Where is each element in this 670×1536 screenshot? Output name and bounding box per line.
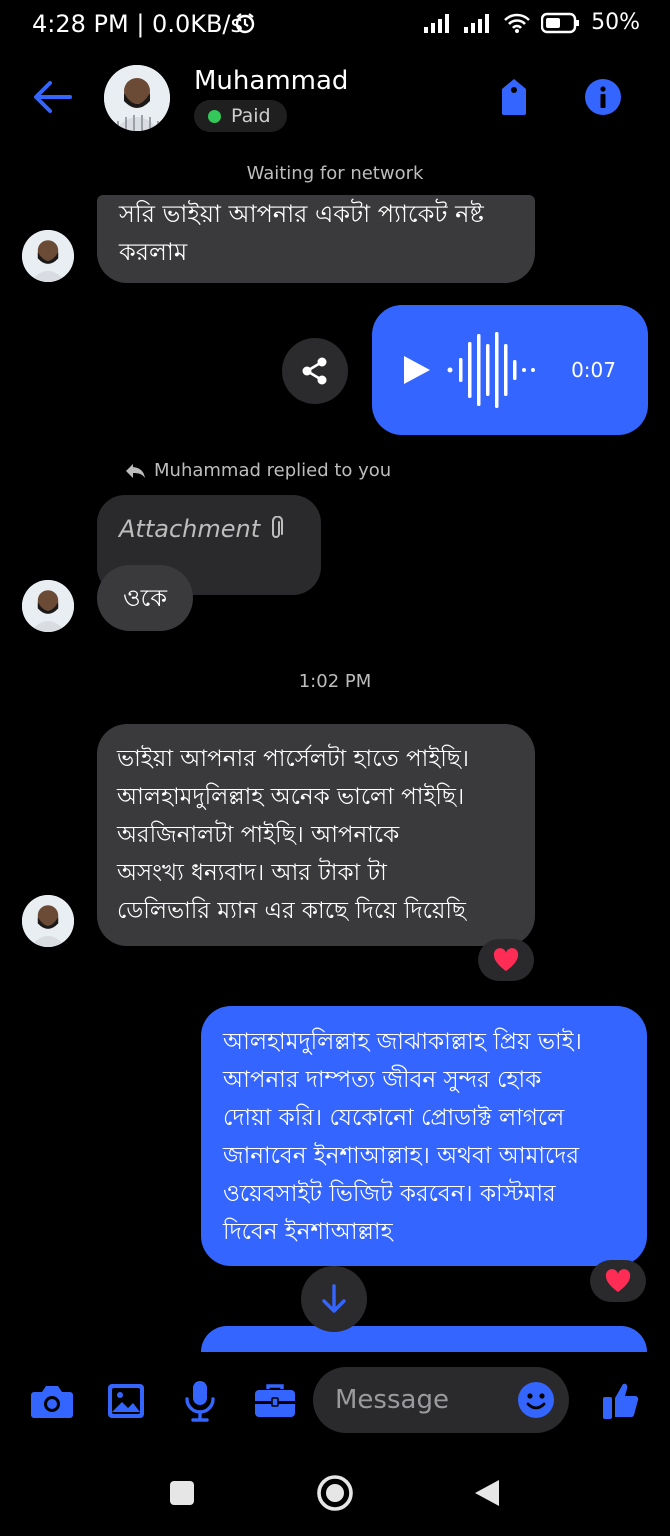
waveform-icon [446, 330, 536, 410]
heart-icon [605, 1269, 631, 1292]
gallery-icon[interactable] [103, 1378, 149, 1424]
contact-name[interactable]: Muhammad [194, 66, 348, 96]
message-input[interactable]: Message [313, 1367, 569, 1433]
incoming-message-1[interactable]: সরি ভাইয়া আপনার একটা প্যাকেট নষ্ট করলাম [97, 195, 535, 283]
emoji-icon[interactable] [517, 1381, 555, 1419]
message-text: সরি ভাইয়া আপনার একটা প্যাকেট নষ্ট করলাম [119, 200, 484, 266]
paid-badge: Paid [194, 100, 287, 132]
message-text: ভাইয়া আপনার পার্সেলটা হাতে পাইছি। আলহাম… [117, 746, 470, 924]
play-icon[interactable] [402, 354, 432, 386]
signal-icon [423, 13, 453, 33]
heart-icon [493, 948, 519, 971]
attachment-label: Attachment [119, 515, 261, 543]
message-text: আলহামদুলিল্লাহ জাঝাকাল্লাহ প্রিয় ভাই। আ… [223, 1029, 582, 1245]
tag-icon[interactable] [496, 77, 532, 117]
signal-icon-2 [463, 13, 493, 33]
status-right: 50% [423, 10, 640, 35]
outgoing-message-5[interactable] [201, 1326, 647, 1352]
back-button[interactable] [473, 1478, 501, 1508]
scroll-down-button[interactable] [301, 1266, 367, 1332]
reply-note-text: Muhammad replied to you [154, 460, 392, 481]
recents-button[interactable] [169, 1480, 195, 1506]
briefcase-icon[interactable] [252, 1378, 298, 1424]
sender-avatar[interactable] [22, 580, 74, 632]
reply-icon [126, 463, 145, 478]
thumbs-up-icon[interactable] [598, 1378, 644, 1424]
info-icon[interactable] [584, 78, 622, 116]
voice-message[interactable]: 0:07 [372, 305, 648, 435]
status-time: 4:28 PM | 0.0KB/s [32, 10, 244, 38]
outgoing-message-4[interactable]: আলহামদুলিল্লাহ জাঝাকাল্লাহ প্রিয় ভাই। আ… [201, 1006, 647, 1266]
incoming-message-2[interactable]: ওকে [97, 565, 194, 631]
reply-note: Muhammad replied to you [124, 460, 391, 481]
battery-percent: 50% [591, 10, 640, 35]
message-placeholder: Message [335, 1385, 449, 1415]
battery-icon [541, 12, 581, 34]
sender-avatar[interactable] [22, 895, 74, 947]
status-dot [208, 109, 221, 123]
message-text: ওকে [123, 584, 168, 612]
status-bar: 4:28 PM | 0.0KB/s 50% [0, 0, 670, 50]
share-icon [302, 357, 327, 385]
arrow-down-icon [322, 1284, 346, 1313]
reaction-heart[interactable] [590, 1260, 646, 1302]
camera-icon[interactable] [29, 1378, 75, 1424]
back-arrow-icon[interactable] [30, 77, 74, 117]
paperclip-icon [272, 516, 284, 538]
voice-duration: 0:07 [571, 358, 616, 382]
share-button[interactable] [282, 338, 348, 404]
contact-avatar[interactable] [104, 65, 170, 131]
wifi-icon [503, 12, 531, 34]
home-button[interactable] [316, 1474, 354, 1512]
microphone-icon[interactable] [177, 1378, 223, 1424]
incoming-message-3[interactable]: ভাইয়া আপনার পার্সেলটা হাতে পাইছি। আলহাম… [97, 724, 535, 946]
badge-label: Paid [231, 105, 271, 127]
alarm-icon [234, 12, 256, 34]
network-status: Waiting for network [246, 163, 424, 184]
chat-header: Muhammad Paid [0, 55, 670, 145]
sender-avatar[interactable] [22, 230, 74, 282]
reaction-heart[interactable] [478, 939, 534, 981]
timestamp: 1:02 PM [298, 671, 372, 692]
